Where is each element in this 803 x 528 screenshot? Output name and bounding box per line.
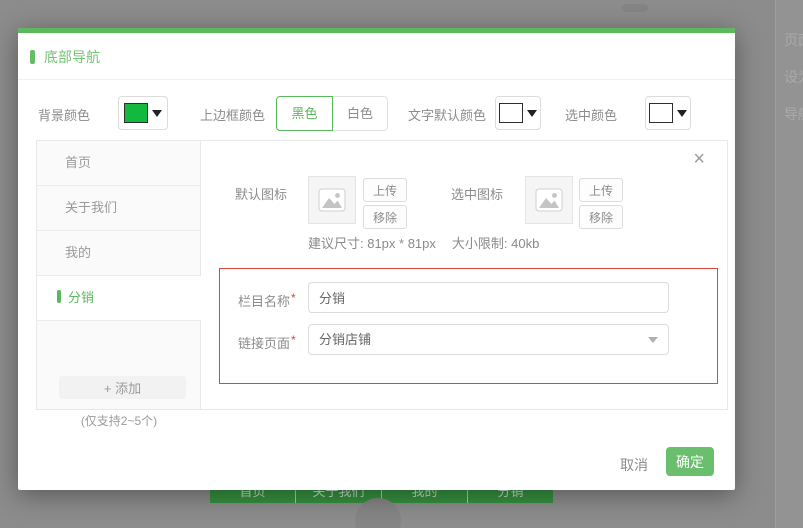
modal-title: 底部导航	[44, 49, 100, 65]
nav-items-sidebar: 首页关于我们我的分销	[37, 141, 201, 409]
link-page-value: 分销店铺	[319, 332, 372, 347]
caret-down-icon	[527, 109, 537, 117]
default-icon-label: 默认图标	[235, 187, 288, 202]
default-icon-remove-button[interactable]: 移除	[363, 205, 407, 229]
active-tab-accent	[57, 290, 61, 303]
top-border-color-label: 上边框颜色	[200, 108, 266, 123]
tab-label: 关于我们	[65, 200, 118, 215]
selected-icon-label: 选中图标	[451, 187, 504, 202]
link-page-select[interactable]: 分销店铺	[308, 324, 669, 355]
sidebar-tab-我的[interactable]: 我的	[37, 231, 200, 276]
tab-label: 分销	[68, 290, 95, 305]
selected-color-swatch	[649, 103, 673, 123]
screen: 页面设为导航 首页关于我们我的分销 底部导航 背景颜色 上边框颜色 黑色 白色 …	[0, 0, 803, 528]
bottom-nav-settings-modal: 底部导航 背景颜色 上边框颜色 黑色 白色 文字默认颜色 选中颜色 首页关于我们…	[18, 28, 735, 490]
image-icon	[318, 188, 346, 212]
tabs-count-note: (仅支持2~5个)	[80, 414, 158, 428]
selected-icon-remove-button[interactable]: 移除	[579, 205, 623, 229]
bg-color-picker[interactable]	[118, 96, 168, 130]
caret-down-icon	[152, 109, 162, 117]
caret-down-icon	[677, 109, 687, 117]
link-page-label: 链接页面*	[238, 333, 296, 351]
item-name-label: 栏目名称*	[238, 291, 296, 309]
sidebar-tab-关于我们[interactable]: 关于我们	[37, 186, 200, 231]
selected-icon-placeholder[interactable]	[525, 176, 573, 224]
modal-header: 底部导航	[18, 33, 735, 80]
required-mark: *	[291, 291, 296, 305]
item-name-input[interactable]	[308, 282, 669, 313]
close-icon[interactable]: ×	[693, 149, 705, 169]
background-panel-item: 页面	[784, 32, 803, 48]
nav-items-editor: 首页 关于我们 我的 分销 + 添加 × 默认图标 上传 移除 选中图标 上传 …	[36, 140, 728, 410]
selected-color-label: 选中颜色	[565, 108, 618, 123]
title-accent-bar	[30, 50, 35, 64]
image-icon	[535, 188, 563, 212]
add-nav-item-button[interactable]: + 添加	[59, 376, 186, 399]
background-panel-item: 设为	[784, 69, 803, 85]
default-icon-upload-button[interactable]: 上传	[363, 178, 407, 202]
limit-hint: 大小限制: 40kb	[451, 236, 540, 251]
default-icon-placeholder[interactable]	[308, 176, 356, 224]
upload-hints: 建议尺寸: 81px * 81px 大小限制: 40kb	[308, 233, 555, 252]
border-white-button[interactable]: 白色	[333, 96, 388, 131]
background-panel-item: 导航	[784, 106, 803, 122]
sidebar-tab-分销[interactable]: 分销	[37, 276, 201, 321]
text-color-picker[interactable]	[495, 96, 541, 130]
text-default-color-label: 文字默认颜色	[408, 108, 487, 123]
color-settings-row: 背景颜色 上边框颜色 黑色 白色 文字默认颜色 选中颜色	[18, 96, 735, 131]
bg-color-swatch	[124, 103, 148, 123]
text-color-swatch	[499, 103, 523, 123]
sidebar-tab-首页[interactable]: 首页	[37, 141, 200, 186]
caret-down-icon	[648, 337, 658, 343]
tab-label: 我的	[65, 245, 92, 260]
border-black-button[interactable]: 黑色	[276, 96, 333, 131]
selected-color-picker[interactable]	[645, 96, 691, 130]
required-mark: *	[291, 333, 296, 347]
page-scroll-dash	[622, 4, 648, 12]
size-hint: 建议尺寸: 81px * 81px	[308, 236, 436, 251]
selected-icon-upload-button[interactable]: 上传	[579, 178, 623, 202]
cancel-button[interactable]: 取消	[614, 452, 654, 478]
tab-label: 首页	[65, 155, 92, 170]
background-side-panel: 页面设为导航	[775, 0, 803, 528]
bg-color-label: 背景颜色	[38, 108, 91, 123]
confirm-button[interactable]: 确定	[666, 447, 714, 476]
